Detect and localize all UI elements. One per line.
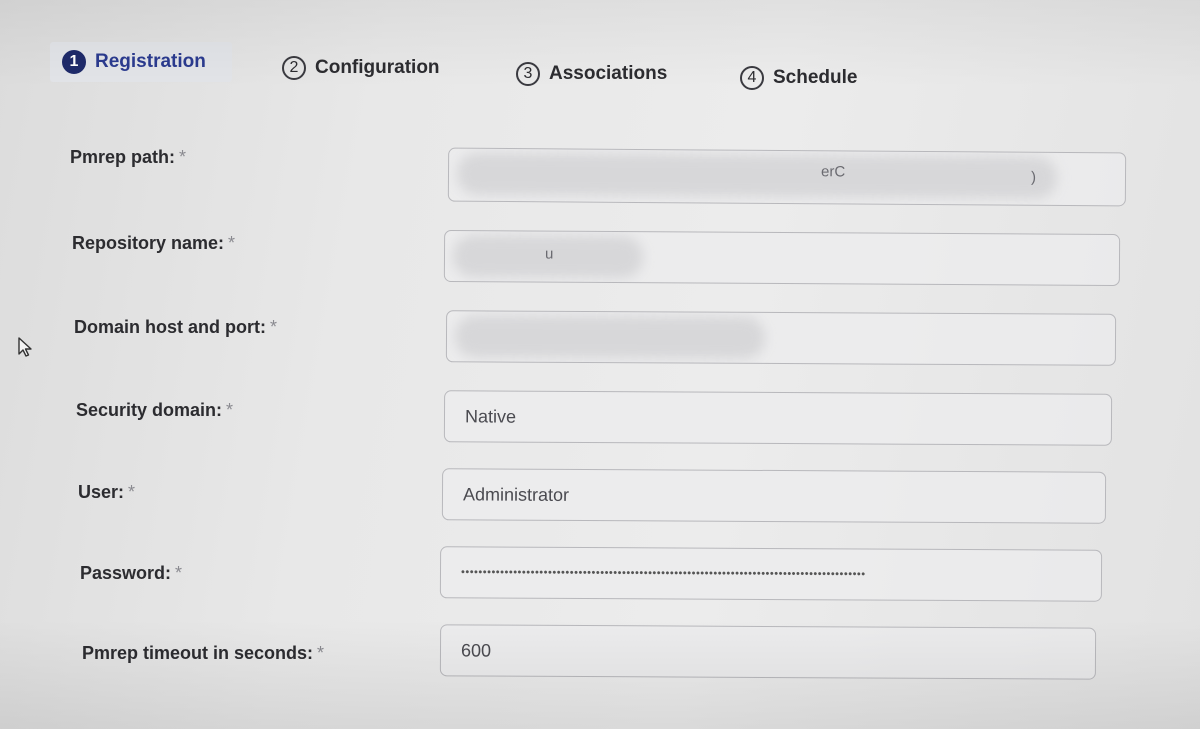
mouse-cursor-icon [18,337,32,357]
step-registration[interactable]: 1 Registration [50,42,232,82]
user-value: Administrator [462,483,570,505]
step-number-badge: 3 [516,62,540,86]
step-associations[interactable]: 3 Associations [516,54,667,94]
step-number-badge: 1 [62,50,86,74]
security-domain-field[interactable]: Native [443,390,1113,446]
step-number-badge: 4 [740,66,764,90]
pmrep-timeout-value: 600 [460,639,492,661]
pmrep-path-label: Pmrep path: * [70,147,187,167]
step-label: Registration [95,51,206,72]
password-value: ••••••••••••••••••••••••••••••••••••••••… [460,566,866,581]
redacted-region [456,152,1058,199]
repository-fragment: u [544,245,554,263]
registration-page: 1 Registration 2 Configuration 3 Associa… [0,0,1200,729]
required-marker: * [228,233,236,253]
domain-host-port-label: Domain host and port: * [74,317,278,337]
security-domain-label: Security domain: * [76,400,234,420]
required-marker: * [270,317,278,337]
security-domain-value: Native [464,405,517,427]
redacted-region [454,315,766,359]
user-label: User: * [78,482,136,502]
pmrep-timeout-label: Pmrep timeout in seconds: * [82,643,325,663]
repository-name-field[interactable]: u [443,229,1121,287]
step-number-badge: 2 [282,56,306,80]
step-label: Schedule [773,67,858,88]
wizard-stepper: 1 Registration 2 Configuration 3 Associa… [50,40,930,94]
required-marker: * [179,147,187,167]
required-marker: * [226,400,234,420]
required-marker: * [175,563,183,583]
domain-host-port-field[interactable] [445,310,1117,366]
step-configuration[interactable]: 2 Configuration [282,48,440,88]
step-schedule[interactable]: 4 Schedule [740,58,857,98]
password-label: Password: * [80,563,183,583]
step-label: Configuration [315,57,440,78]
path-fragment: erC [820,163,846,181]
repository-name-label: Repository name: * [72,233,236,253]
required-marker: * [128,482,136,502]
required-marker: * [317,643,325,663]
password-field[interactable]: ••••••••••••••••••••••••••••••••••••••••… [439,546,1103,602]
pmrep-timeout-field[interactable]: 600 [439,624,1097,680]
path-end-fragment: ) [1030,168,1037,186]
step-label: Associations [549,63,668,84]
pmrep-path-field[interactable]: erC ) [447,147,1127,207]
user-field[interactable]: Administrator [441,468,1107,524]
